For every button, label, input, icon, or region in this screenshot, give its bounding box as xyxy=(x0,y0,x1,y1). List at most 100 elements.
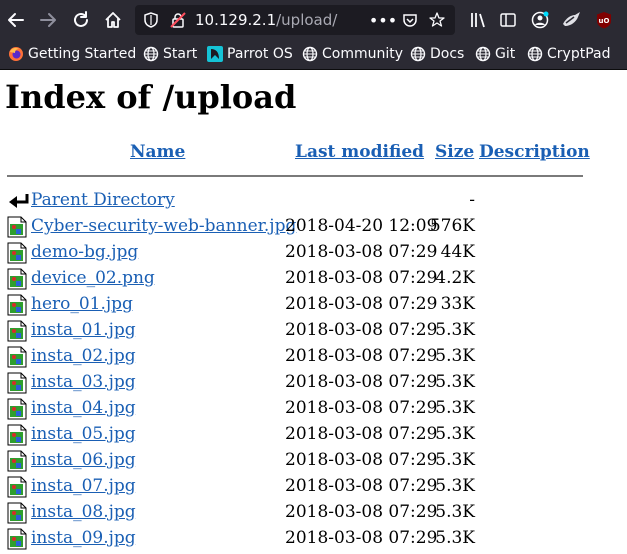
file-modified: 2018-03-08 07:29 xyxy=(285,242,438,262)
file-row: insta_07.jpg 2018-03-08 07:29 5.3K xyxy=(0,474,627,500)
browser-toolbar: 10.129.2.1/upload/ ••• uO xyxy=(0,0,627,40)
file-link[interactable]: insta_09.jpg xyxy=(31,528,136,548)
account-icon[interactable] xyxy=(531,11,549,29)
file-size: 576K xyxy=(429,216,475,236)
file-row: insta_05.jpg 2018-03-08 07:29 5.3K xyxy=(0,422,627,448)
page-actions-icon[interactable]: ••• xyxy=(369,11,397,30)
file-link[interactable]: device_02.png xyxy=(31,268,155,288)
image-file-icon xyxy=(7,216,27,238)
globe-icon xyxy=(475,46,491,62)
star-bookmark-icon[interactable] xyxy=(428,11,446,29)
file-modified: 2018-03-08 07:29 xyxy=(285,372,438,392)
file-link[interactable]: insta_01.jpg xyxy=(31,320,136,340)
file-size: - xyxy=(469,190,475,210)
image-file-icon xyxy=(7,398,27,420)
image-file-icon xyxy=(7,450,27,472)
image-file-icon xyxy=(7,528,27,550)
bookmark-getting-started[interactable]: Getting Started xyxy=(8,44,136,64)
file-size: 33K xyxy=(440,294,475,314)
file-row: insta_03.jpg 2018-03-08 07:29 5.3K xyxy=(0,370,627,396)
file-size: 5.3K xyxy=(435,476,475,496)
file-size: 5.3K xyxy=(435,502,475,522)
file-modified: 2018-03-08 07:29 xyxy=(285,502,438,522)
svg-text:uO: uO xyxy=(599,17,610,25)
bookmark-start[interactable]: Start xyxy=(143,44,197,64)
column-header-last-modified[interactable]: Last modified xyxy=(295,142,424,162)
image-file-icon xyxy=(7,242,27,264)
file-row: insta_02.jpg 2018-03-08 07:29 5.3K xyxy=(0,344,627,370)
file-link[interactable]: insta_07.jpg xyxy=(31,476,136,496)
bookmark-label: Parrot OS xyxy=(227,46,293,62)
url-bar[interactable]: 10.129.2.1/upload/ ••• xyxy=(135,5,455,35)
bookmark-label: Git xyxy=(495,46,516,62)
insecure-lock-icon[interactable] xyxy=(169,12,187,28)
parent-directory-row: Parent Directory - xyxy=(0,188,627,214)
globe-icon xyxy=(302,46,318,62)
sidebar-icon[interactable] xyxy=(499,11,517,29)
bookmark-label: Start xyxy=(163,46,198,62)
bookmark-docs[interactable]: Docs xyxy=(410,44,464,64)
image-file-icon xyxy=(7,476,27,498)
pocket-icon[interactable] xyxy=(401,11,419,29)
parent-directory-link[interactable]: Parent Directory xyxy=(31,190,175,210)
shield-icon[interactable] xyxy=(143,12,159,28)
bookmark-cryptpad[interactable]: CryptPad xyxy=(527,44,610,64)
file-link[interactable]: hero_01.jpg xyxy=(31,294,133,314)
firefox-icon xyxy=(9,47,23,61)
file-row: insta_08.jpg 2018-03-08 07:29 5.3K xyxy=(0,500,627,526)
ublock-origin-icon[interactable]: uO xyxy=(595,10,613,30)
home-button[interactable] xyxy=(101,8,125,32)
file-modified: 2018-04-20 12:09 xyxy=(285,216,438,236)
file-link[interactable]: insta_05.jpg xyxy=(31,424,136,444)
file-row: demo-bg.jpg 2018-03-08 07:29 44K xyxy=(0,240,627,266)
file-modified: 2018-03-08 07:29 xyxy=(285,346,438,366)
file-link[interactable]: insta_06.jpg xyxy=(31,450,136,470)
file-modified: 2018-03-08 07:29 xyxy=(285,268,438,288)
file-size: 5.3K xyxy=(435,424,475,444)
file-size: 4.2K xyxy=(435,268,475,288)
bookmark-git[interactable]: Git xyxy=(475,44,515,64)
file-link[interactable]: insta_02.jpg xyxy=(31,346,136,366)
file-row: insta_09.jpg 2018-03-08 07:29 5.3K xyxy=(0,526,627,552)
image-file-icon xyxy=(7,320,27,342)
file-link[interactable]: insta_04.jpg xyxy=(31,398,136,418)
bookmark-community[interactable]: Community xyxy=(302,44,403,64)
back-button[interactable] xyxy=(4,8,28,32)
file-link[interactable]: Cyber-security-web-banner.jpg xyxy=(31,216,296,236)
url-text[interactable]: 10.129.2.1/upload/ xyxy=(195,11,337,29)
file-modified: 2018-03-08 07:29 xyxy=(285,398,438,418)
parrot-icon xyxy=(207,46,223,62)
url-path: /upload/ xyxy=(276,11,338,29)
column-header-size[interactable]: Size xyxy=(435,142,474,162)
header-divider xyxy=(7,175,583,177)
column-header-description[interactable]: Description xyxy=(479,142,590,162)
file-size: 5.3K xyxy=(435,346,475,366)
file-modified: 2018-03-08 07:29 xyxy=(285,320,438,340)
extension-icon[interactable] xyxy=(562,10,582,30)
file-modified: 2018-03-08 07:29 xyxy=(285,528,438,548)
home-icon xyxy=(105,12,121,28)
image-file-icon xyxy=(7,502,27,524)
file-row: insta_01.jpg 2018-03-08 07:29 5.3K xyxy=(0,318,627,344)
page-title: Index of /upload xyxy=(5,78,297,116)
forward-button[interactable] xyxy=(36,8,60,32)
file-modified: 2018-03-08 07:29 xyxy=(285,450,438,470)
file-link[interactable]: insta_08.jpg xyxy=(31,502,136,522)
file-link[interactable]: demo-bg.jpg xyxy=(31,242,138,262)
forward-arrow-icon xyxy=(40,13,56,27)
reload-icon xyxy=(74,11,88,27)
bookmark-label: Docs xyxy=(430,46,465,62)
image-file-icon xyxy=(7,424,27,446)
file-row: hero_01.jpg 2018-03-08 07:29 33K xyxy=(0,292,627,318)
bookmark-label: Getting Started xyxy=(28,46,137,62)
file-link[interactable]: insta_03.jpg xyxy=(31,372,136,392)
reload-button[interactable] xyxy=(69,8,93,32)
column-header-name[interactable]: Name xyxy=(130,142,185,162)
globe-icon xyxy=(527,46,543,62)
globe-icon xyxy=(143,46,159,62)
back-arrow-icon xyxy=(7,190,29,212)
page-content: Index of /upload Name Last modified Size… xyxy=(0,71,627,554)
bookmark-parrot-os[interactable]: Parrot OS xyxy=(207,44,293,64)
library-icon[interactable] xyxy=(470,11,488,29)
file-row: insta_06.jpg 2018-03-08 07:29 5.3K xyxy=(0,448,627,474)
